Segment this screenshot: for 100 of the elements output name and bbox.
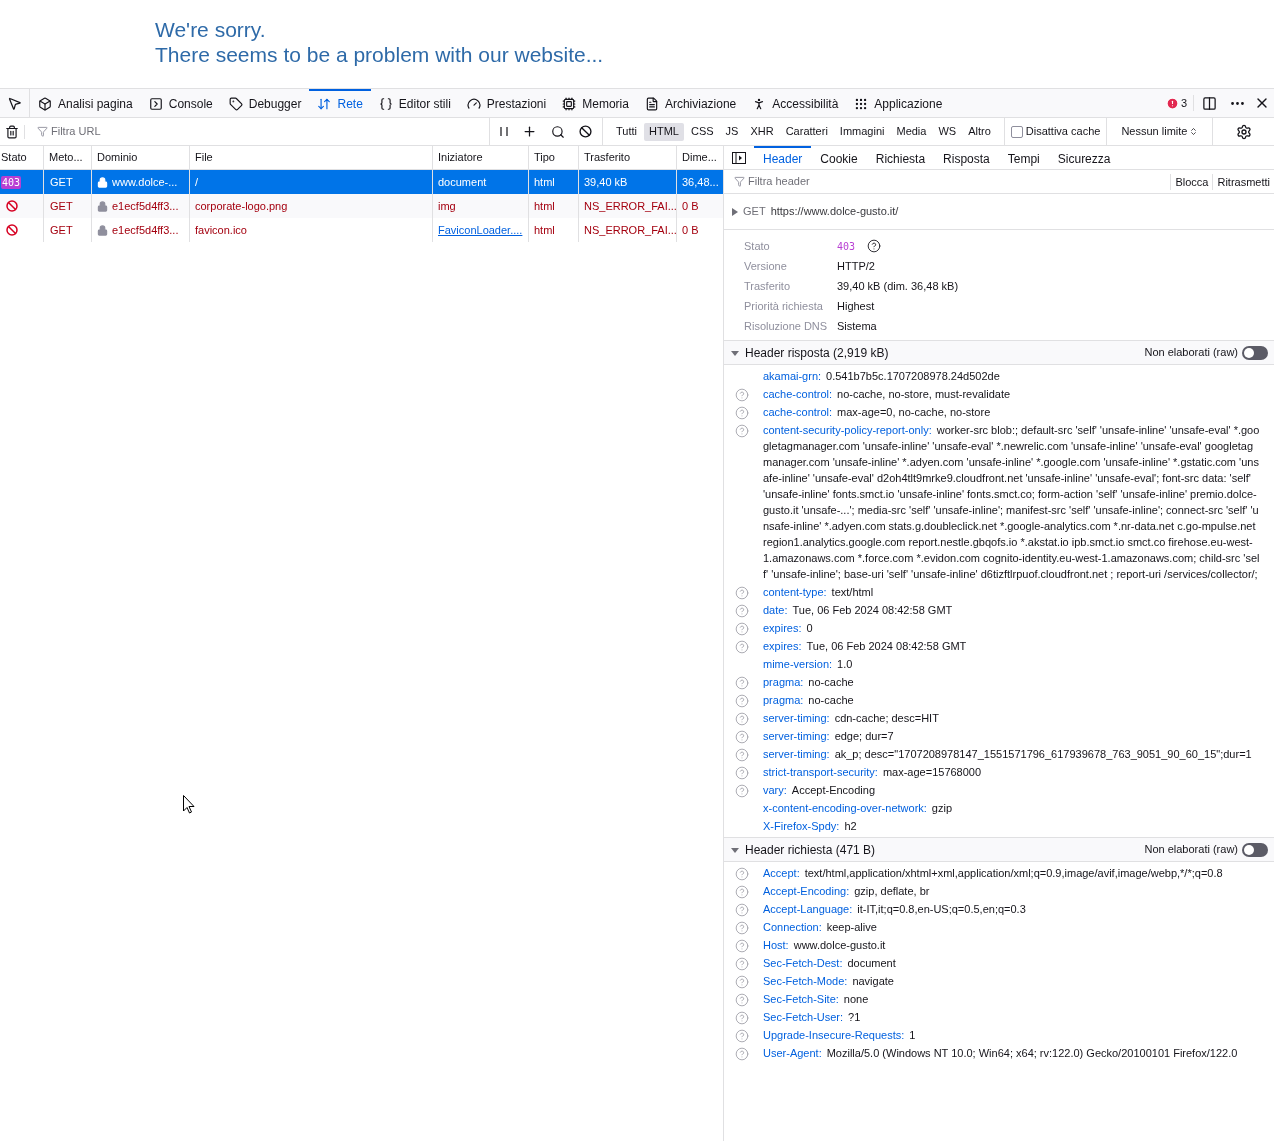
column-header[interactable]: Dime... (677, 146, 724, 169)
detail-tab[interactable]: Cookie (811, 146, 867, 169)
column-header[interactable]: Trasferito (579, 146, 677, 169)
table-cell-text: e1ecf5d4ff3... (112, 198, 179, 214)
header-entry: strict-transport-security: max-age=15768000 (763, 765, 982, 780)
filter-header-field[interactable]: Filtra header (748, 173, 1048, 190)
header-entry: content-type: text/html (763, 585, 874, 600)
filter-url-field[interactable]: Filtra URL (51, 123, 451, 140)
detail-tab[interactable]: Richiesta (866, 146, 935, 169)
header-entry: mime-version: 1.0 (763, 657, 853, 672)
detail-tab[interactable]: Sicurezza (1048, 146, 1120, 169)
updown-icon (1189, 127, 1199, 136)
type-filter[interactable]: Tutti (611, 122, 642, 141)
blocked-icon (6, 200, 18, 212)
summary-label: Trasferito (744, 278, 792, 294)
request-method: GET (743, 204, 766, 220)
header-entry: date: Tue, 06 Feb 2024 08:42:58 GMT (763, 603, 953, 618)
status-code: 403 (837, 239, 856, 254)
summary-label: Stato (744, 238, 771, 254)
header-entry: server-timing: cdn-cache; desc=HIT (763, 711, 939, 726)
devtools-tab[interactable]: Applicazione (846, 89, 951, 117)
type-filter[interactable]: WS (933, 122, 962, 141)
block-icon[interactable] (579, 125, 592, 138)
header-entry: Sec-Fetch-Site: none (763, 992, 869, 1007)
status-badge: 403 (1, 175, 22, 189)
type-filter[interactable]: Caratteri (780, 122, 833, 141)
type-filter[interactable]: Immagini (834, 122, 890, 141)
error-count[interactable]: 3 (1180, 94, 1187, 112)
trash-icon[interactable] (5, 124, 19, 139)
devtools-tab[interactable]: Prestazioni (458, 89, 555, 117)
chip-icon (562, 97, 577, 111)
detail-tab[interactable]: Tempi (998, 146, 1049, 169)
help-icon[interactable] (867, 239, 882, 253)
search-icon[interactable] (551, 124, 565, 139)
request-row[interactable]: GET e1ecf5d4ff3... corporate-logo.png img html NS_ERROR_FAI... 0 B (0, 194, 723, 218)
action-button[interactable]: Blocca (1170, 173, 1213, 190)
type-filter[interactable]: CSS (685, 122, 719, 141)
action-button[interactable]: Ritrasmetti (1212, 173, 1274, 190)
section-title[interactable]: Header risposta (2,919 kB) (745, 343, 889, 362)
column-header[interactable]: File (190, 146, 433, 169)
braces-icon (378, 97, 393, 111)
header-entry: Host: www.dolce-gusto.it (763, 938, 886, 953)
column-header[interactable]: Stato (0, 146, 44, 169)
header-entry: Sec-Fetch-User: ?1 (763, 1010, 861, 1025)
header-entry: Upgrade-Insecure-Requests: 1 (763, 1028, 916, 1043)
devtools-tab[interactable]: Console (140, 89, 221, 117)
add-icon[interactable] (522, 124, 537, 139)
raw-label: Non elaborati (raw) (1144, 842, 1238, 858)
header-entry: akamai-grn: 0.541b7b5c.1707208978.24d502de (763, 369, 1000, 384)
devtools-tab[interactable]: Archiviazione (636, 89, 745, 117)
element-picker-icon[interactable] (7, 95, 22, 111)
devtools-tab[interactable]: Analisi pagina (30, 89, 141, 117)
table-cell: 0 B (677, 218, 724, 242)
header-entry: content-security-policy-report-only: worker-src blob:; default-src 'self' 'unsafe-inline' 'unsafe-eval' *.googletagmanager.com 'unsafe-inline' 'unsafe-eval' *.newrelic.com 'unsafe-inline' 'unsafe-eval' googletagmanager.com 'unsafe-inline' *.adyen.com 'unsafe-inline' *.google.com 'unsafe-inline' *.gstatic.com 'unsafe-inline' 'unsafe-eval' d2oh4tlt9mrke9.cloudfront.net 'unsafe-inline' 'unsafe-eval'; font-src data: 'self' 'unsafe-inline' fonts.smct.io 'unsafe-inline' fonts.smct.co; form-action 'self' 'unsafe-inline' premio.dolce-gusto.it 'unsafe-...'; media-src 'self' 'unsafe-inline'; manifest-src 'self' 'unsafe-inline'; connect-src 'self' 'unsafe-inline' *.adyen.com stats.g.doubleclick.net *.google-analytics.com *.nr-data.net c.go-mpulse.net region1.analytics.google.com report.nestle.gbqofs.io *.akstat.io ipb.smct.io smct.co firehose.eu-west-1.amazonaws.com *.force.com *.evidon.com cognito-identity.eu-west-1.amazonaws.com; child-src 'self' 'unsafe-inline'; base-uri 'self' 'unsafe-inline' d6tizftlrpuof.cloudfront.net ; report-uri /services/collector/; (763, 423, 1260, 582)
detail-tab[interactable]: Risposta (934, 146, 999, 169)
devtools-tab[interactable]: Memoria (554, 89, 637, 117)
header-entry: pragma: no-cache (763, 693, 854, 708)
table-cell-text: e1ecf5d4ff3... (112, 222, 179, 238)
summary-value: 39,40 kB (dim. 36,48 kB) (837, 278, 959, 294)
initiator-link[interactable]: FaviconLoader.... (438, 221, 523, 239)
table-cell: NS_ERROR_FAI... (579, 218, 677, 242)
cache-checkbox[interactable] (1010, 125, 1023, 138)
toggle-sidebar-icon[interactable] (732, 151, 746, 164)
raw-toggle[interactable] (1242, 842, 1268, 857)
detail-tab[interactable]: Header (754, 146, 812, 169)
header-entry: expires: Tue, 06 Feb 2024 08:42:58 GMT (763, 639, 967, 654)
error-icon[interactable] (1165, 96, 1179, 110)
table-cell: html (529, 218, 579, 242)
request-row[interactable]: 403 GET www.dolce-... / document html 39,40 kB 36,48... (0, 170, 723, 194)
settings-icon[interactable] (1235, 123, 1252, 140)
request-url: https://www.dolce-gusto.it/ (770, 204, 899, 220)
checkbox-label: Disattiva cache (1025, 124, 1101, 140)
type-filter[interactable]: XHR (745, 122, 779, 141)
summary-label: Risoluzione DNS (744, 318, 829, 334)
devtools-tab[interactable]: Rete (309, 89, 371, 117)
raw-toggle[interactable] (1242, 345, 1268, 360)
devtools-tab[interactable]: Debugger (220, 89, 310, 117)
column-header[interactable]: Iniziatore (433, 146, 529, 169)
type-filter[interactable]: Media (891, 122, 932, 141)
table-cell-text: www.dolce-... (112, 174, 178, 190)
column-header[interactable]: Tipo (529, 146, 579, 169)
section-title[interactable]: Header richiesta (471 B) (745, 840, 876, 859)
table-cell: favicon.ico (190, 218, 433, 242)
throttling-dropdown[interactable]: Nessun limite (1107, 118, 1214, 145)
column-header[interactable]: Dominio (92, 146, 190, 169)
twisty-icon[interactable] (732, 207, 738, 216)
dock-icon[interactable] (1202, 95, 1217, 111)
header-entry: User-Agent: Mozilla/5.0 (Windows NT 10.0; Win64; x64; rv:122.0) Gecko/20100101 Firefox/122.0 (763, 1046, 1238, 1061)
header-entry: Accept-Language: it-IT,it;q=0.8,en-US;q=0.5,en;q=0.3 (763, 902, 1026, 917)
column-header[interactable]: Meto... (44, 146, 92, 169)
error-message: We're sorry. (155, 17, 266, 42)
type-filter[interactable]: Altro (963, 122, 996, 141)
tag-icon (228, 97, 243, 111)
type-filter[interactable]: JS (720, 122, 744, 141)
devtools-tab[interactable]: Editor stili (370, 89, 459, 117)
pause-icon[interactable] (500, 126, 508, 137)
error-message: There seems to be a problem with our website... (155, 42, 604, 67)
devtools-tab[interactable]: Accessibilità (744, 89, 847, 117)
header-entry: Accept-Encoding: gzip, deflate, br (763, 884, 930, 899)
type-filter[interactable]: HTML (644, 122, 684, 141)
